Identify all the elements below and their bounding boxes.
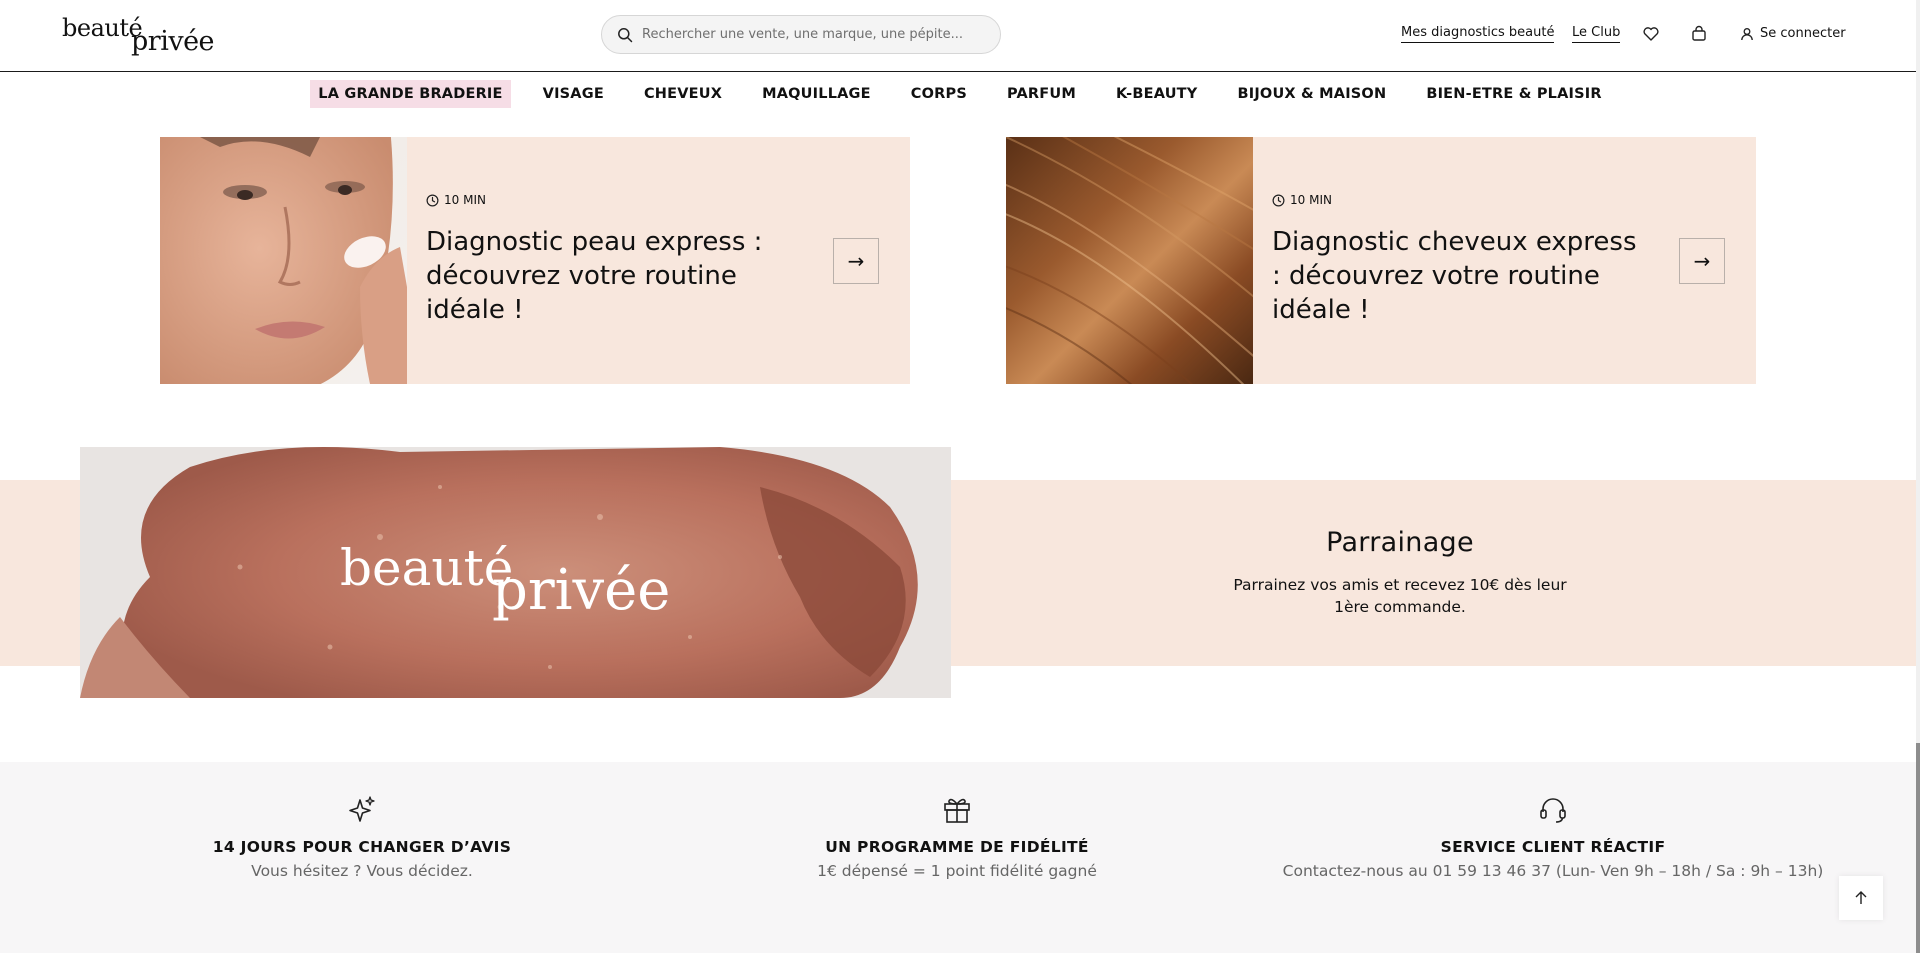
nav-item-grande-braderie[interactable]: LA GRANDE BRADERIE xyxy=(310,80,511,108)
benefit-description: Contactez-nous au 01 59 13 46 37 (Lun- V… xyxy=(1282,862,1824,880)
logo-text-part2: privée xyxy=(131,26,215,57)
benefit-description: Vous hésitez ? Vous décidez. xyxy=(251,862,473,880)
clock-icon xyxy=(1272,194,1285,206)
login-button[interactable]: Se connecter xyxy=(1740,26,1846,41)
page-scrollbar[interactable] xyxy=(1916,0,1920,953)
skin-model-image xyxy=(160,137,407,384)
arrow-right-icon: → xyxy=(1693,249,1711,273)
nav-item-bijoux-maison[interactable]: BIJOUX & MAISON xyxy=(1229,80,1394,108)
hair-diagnostic-card[interactable]: 10 MIN Diagnostic cheveux express : déco… xyxy=(1006,137,1756,384)
shopping-bag-icon[interactable] xyxy=(1689,24,1709,44)
card-duration: 10 MIN xyxy=(1272,193,1332,207)
benefit-title: UN PROGRAMME DE FIDÉLITÉ xyxy=(825,838,1089,856)
benefits-section: 14 JOURS POUR CHANGER D’AVIS Vous hésite… xyxy=(0,762,1920,953)
referral-logo-part1: beauté xyxy=(340,539,513,597)
clock-icon xyxy=(426,194,439,206)
sparkles-icon xyxy=(349,796,375,822)
scroll-to-top-button[interactable] xyxy=(1839,876,1883,920)
nav-item-corps[interactable]: CORPS xyxy=(903,80,975,108)
nav-item-k-beauty[interactable]: K-BEAUTY xyxy=(1108,80,1206,108)
gift-icon xyxy=(944,798,970,823)
site-header: beauté privée Mes diagnostics beauté Le … xyxy=(0,0,1920,72)
hair-image xyxy=(1006,137,1253,384)
duration-label: 10 MIN xyxy=(444,193,486,207)
nav-item-visage[interactable]: VISAGE xyxy=(535,80,612,108)
nav-item-bien-etre-plaisir[interactable]: BIEN-ETRE & PLAISIR xyxy=(1418,80,1609,108)
nav-item-maquillage[interactable]: MAQUILLAGE xyxy=(754,80,879,108)
skin-diagnostic-card[interactable]: 10 MIN Diagnostic peau express : découvr… xyxy=(160,137,910,384)
benefit-title: 14 JOURS POUR CHANGER D’AVIS xyxy=(212,838,512,856)
referral-description: Parrainez vos amis et recevez 10€ dès le… xyxy=(1233,576,1567,616)
search-bar[interactable] xyxy=(601,15,1001,54)
my-beauty-diagnostics-link[interactable]: Mes diagnostics beauté xyxy=(1401,25,1555,43)
search-icon xyxy=(618,28,633,43)
user-icon xyxy=(1741,27,1753,40)
benefit-description: 1€ dépensé = 1 point fidélité gagné xyxy=(817,862,1097,880)
card-duration: 10 MIN xyxy=(426,193,486,207)
headset-icon xyxy=(1540,798,1566,823)
scrollbar-thumb[interactable] xyxy=(1916,743,1920,953)
duration-label: 10 MIN xyxy=(1290,193,1332,207)
search-input[interactable] xyxy=(642,16,982,53)
card-title: Diagnostic cheveux express : découvrez v… xyxy=(1272,227,1637,325)
referral-logo-part2: privée xyxy=(492,558,670,623)
benefit-return-policy: 14 JOURS POUR CHANGER D’AVIS Vous hésite… xyxy=(82,794,642,880)
referral-title: Parrainage xyxy=(1326,527,1474,558)
arrow-right-button[interactable]: → xyxy=(1679,238,1725,284)
card-title: Diagnostic peau express : découvrez votr… xyxy=(426,227,763,325)
category-nav: LA GRANDE BRADERIE VISAGE CHEVEUX MAQUIL… xyxy=(0,80,1920,110)
benefit-customer-service: SERVICE CLIENT RÉACTIF Contactez-nous au… xyxy=(1273,794,1833,880)
arrow-right-button[interactable]: → xyxy=(833,238,879,284)
referral-powder-image: beauté privée xyxy=(80,447,951,698)
arrow-up-icon xyxy=(1855,891,1867,904)
arrow-right-icon: → xyxy=(847,249,865,273)
nav-item-parfum[interactable]: PARFUM xyxy=(999,80,1084,108)
benefit-loyalty: UN PROGRAMME DE FIDÉLITÉ 1€ dépensé = 1 … xyxy=(677,794,1237,880)
nav-item-cheveux[interactable]: CHEVEUX xyxy=(636,80,730,108)
club-link[interactable]: Le Club xyxy=(1572,25,1621,43)
login-label: Se connecter xyxy=(1760,26,1846,41)
heart-icon[interactable] xyxy=(1641,24,1661,44)
benefit-title: SERVICE CLIENT RÉACTIF xyxy=(1440,838,1666,856)
